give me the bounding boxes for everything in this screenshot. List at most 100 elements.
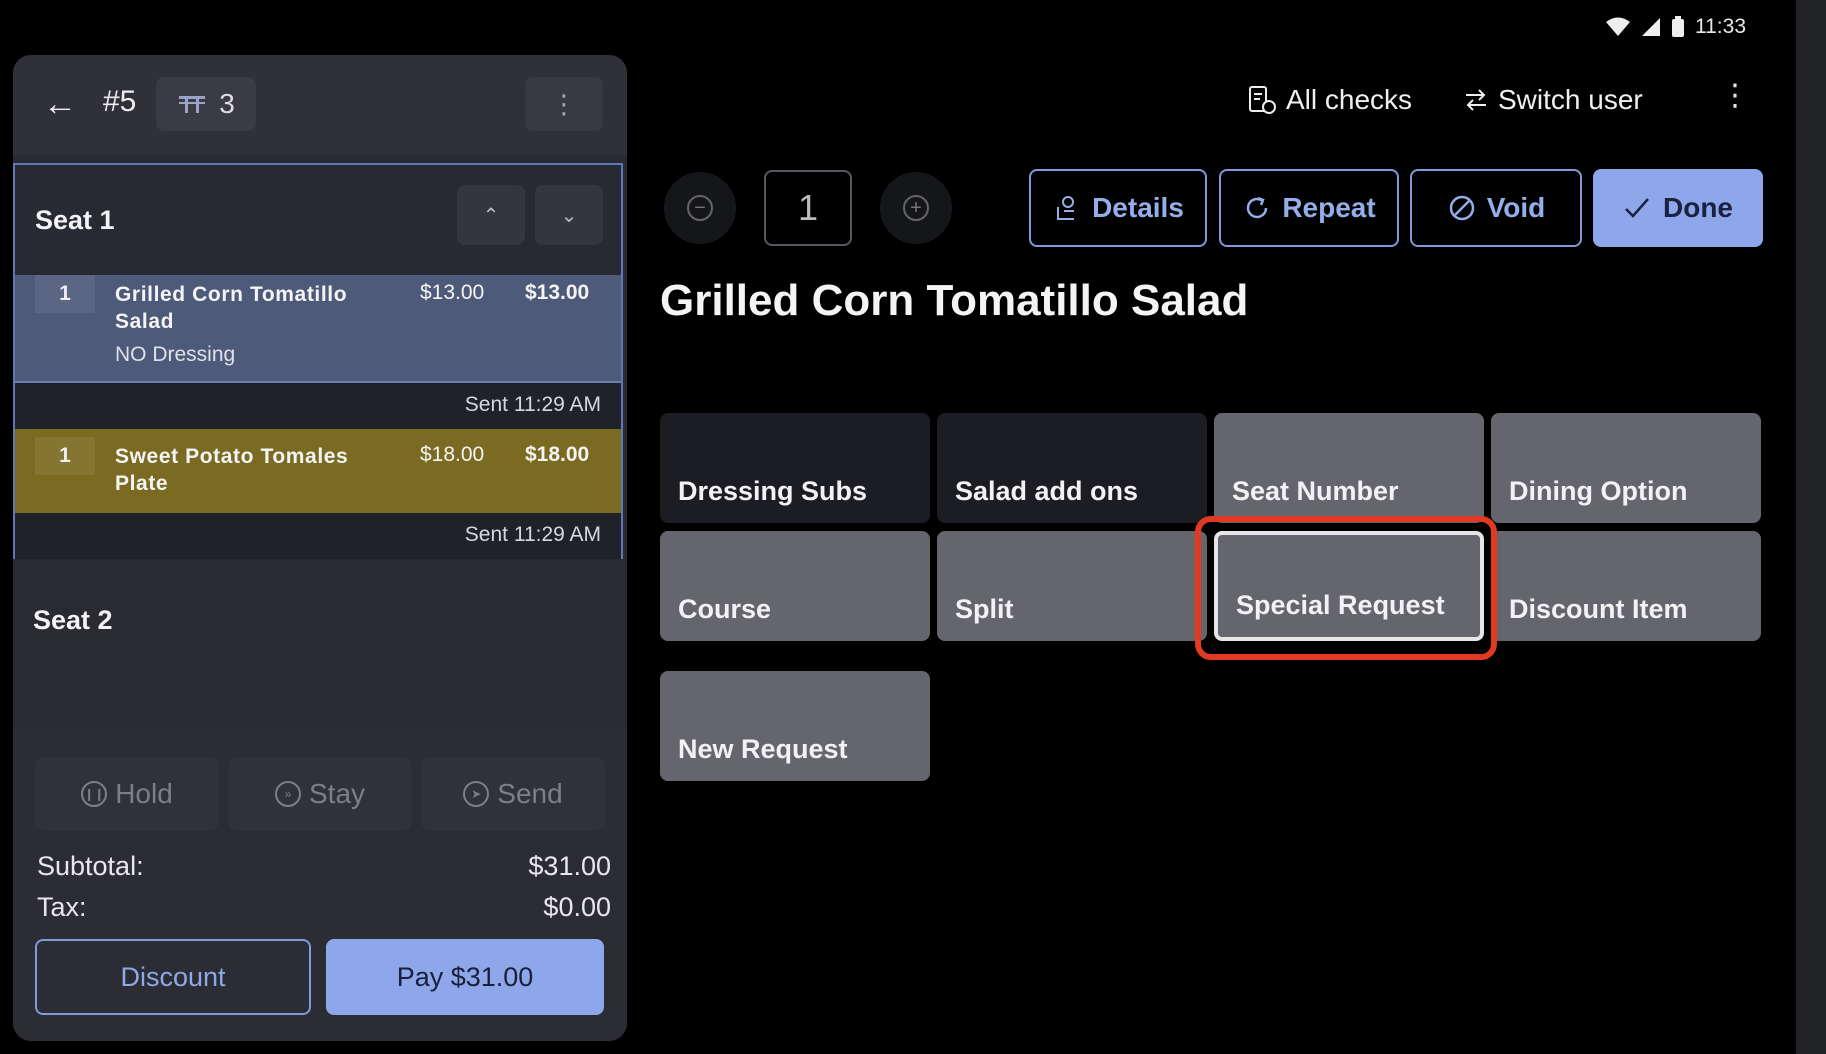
sent-time: Sent 11:29 AM xyxy=(464,393,601,416)
done-button[interactable]: Done xyxy=(1593,169,1763,247)
tile-label: Discount Item xyxy=(1509,594,1688,624)
status-time: 11:33 xyxy=(1695,15,1746,38)
details-icon xyxy=(1057,196,1075,220)
seat-1-group[interactable]: Seat 1 ⌃ ⌄ 1 Grilled Corn Tomatillo Sala… xyxy=(13,163,623,559)
sent-status: Sent 11:29 AM xyxy=(15,381,621,431)
tax-label: Tax: xyxy=(37,892,87,922)
screen-edge xyxy=(1796,0,1826,1054)
stay-label: Stay xyxy=(308,778,366,809)
tile-label: Course xyxy=(678,594,772,624)
tile-new-request[interactable]: New Request xyxy=(660,671,930,781)
details-button[interactable]: Details xyxy=(1029,169,1207,247)
decrease-qty-button[interactable]: − xyxy=(664,172,736,244)
table-chip[interactable]: 3 xyxy=(156,77,256,131)
tile-label: New Request xyxy=(678,734,848,764)
tile-label: Special Request xyxy=(1236,590,1445,620)
tile-discount-item[interactable]: Discount Item xyxy=(1491,531,1761,641)
back-arrow-icon: ← xyxy=(43,85,77,123)
subtotal-label: Subtotal: xyxy=(37,851,144,881)
item-title: Grilled Corn Tomatillo Salad xyxy=(660,276,1249,325)
status-bar: 11:33 xyxy=(1605,10,1746,44)
tile-special-request[interactable]: Special Request xyxy=(1214,531,1484,641)
move-down-button[interactable]: ⌄ xyxy=(535,185,603,245)
minus-circle-icon: − xyxy=(687,195,713,221)
void-label: Void xyxy=(1486,192,1546,223)
details-label: Details xyxy=(1092,192,1184,223)
item-modifier: NO Dressing xyxy=(115,343,236,366)
all-checks-button[interactable]: All checks xyxy=(1246,78,1412,122)
move-up-button[interactable]: ⌃ xyxy=(457,185,525,245)
fast-forward-icon: » xyxy=(274,781,301,807)
item-unit-price: $18.00 xyxy=(420,443,485,466)
switch-user-label: Switch user xyxy=(1498,84,1643,115)
check-number: #5 xyxy=(103,85,137,118)
seat-label: Seat 2 xyxy=(33,605,113,635)
check-menu-button[interactable]: ⋮ xyxy=(525,77,603,131)
plus-circle-icon: + xyxy=(903,195,929,221)
subtotal-row: Subtotal: $31.00 xyxy=(37,851,611,882)
item-qty: 1 xyxy=(35,437,95,475)
check-panel: ← #5 3 ⋮ Seat 1 ⌃ ⌄ 1 Grilled Corn Tomat… xyxy=(13,55,627,1041)
tile-course[interactable]: Course xyxy=(660,531,930,641)
discount-button[interactable]: Discount xyxy=(35,939,311,1015)
hold-label: Hold xyxy=(115,778,173,809)
all-checks-label: All checks xyxy=(1286,84,1413,115)
tax-row: Tax: $0.00 xyxy=(37,892,611,923)
stay-button[interactable]: » Stay xyxy=(228,757,412,831)
switch-arrows-icon xyxy=(1466,89,1486,111)
tile-label: Salad add ons xyxy=(955,476,1139,506)
chevron-down-icon: ⌄ xyxy=(560,204,578,227)
check-header: ← #5 3 ⋮ xyxy=(13,55,627,155)
tile-split[interactable]: Split xyxy=(937,531,1207,641)
done-label: Done xyxy=(1663,192,1733,223)
increase-qty-button[interactable]: + xyxy=(880,172,952,244)
pos-screen: 11:33 ← #5 3 ⋮ Seat 1 ⌃ ⌄ 1 Grilled Corn… xyxy=(0,0,1796,1054)
tile-label: Seat Number xyxy=(1232,476,1399,506)
send-icon: ➤ xyxy=(463,781,490,807)
back-button[interactable]: ← xyxy=(43,85,77,124)
pay-button[interactable]: Pay $31.00 xyxy=(326,939,604,1015)
table-count: 3 xyxy=(219,88,235,119)
tile-label: Dressing Subs xyxy=(678,476,868,506)
kebab-menu-icon: ⋮ xyxy=(551,88,577,119)
tax-value: $0.00 xyxy=(543,892,611,922)
item-name: Grilled Corn Tomatillo Salad xyxy=(115,283,348,333)
tile-label: Dining Option xyxy=(1509,476,1688,506)
receipt-icon xyxy=(1249,86,1276,114)
wifi-icon xyxy=(1606,17,1630,36)
tile-salad-add-ons[interactable]: Salad add ons xyxy=(937,413,1207,523)
overflow-menu-button[interactable]: ⋮ xyxy=(1720,78,1750,113)
tile-seat-number[interactable]: Seat Number xyxy=(1214,413,1484,523)
void-icon xyxy=(1449,195,1474,221)
switch-user-button[interactable]: Switch user xyxy=(1462,78,1643,122)
sent-status: Sent 11:29 AM xyxy=(15,513,621,559)
item-name: Sweet Potato Tomales Plate xyxy=(115,445,349,495)
hold-button[interactable]: ❙❙ Hold xyxy=(35,757,219,831)
repeat-button[interactable]: Repeat xyxy=(1219,169,1399,247)
repeat-icon xyxy=(1247,196,1268,219)
battery-icon xyxy=(1672,16,1684,37)
subtotal-value: $31.00 xyxy=(528,851,611,881)
order-item[interactable]: 1 Grilled Corn Tomatillo Salad NO Dressi… xyxy=(15,275,621,381)
item-total: $13.00 xyxy=(525,281,590,304)
tile-dining-option[interactable]: Dining Option xyxy=(1491,413,1761,523)
void-button[interactable]: Void xyxy=(1410,169,1582,247)
item-total: $18.00 xyxy=(525,443,590,466)
table-icon xyxy=(179,96,206,113)
quantity-field[interactable]: 1 xyxy=(764,170,852,246)
item-unit-price: $13.00 xyxy=(420,281,485,304)
signal-icon xyxy=(1642,18,1660,36)
seat-label: Seat 1 xyxy=(35,205,115,235)
repeat-label: Repeat xyxy=(1282,192,1376,223)
send-button[interactable]: ➤ Send xyxy=(421,757,605,831)
seat-2-group[interactable]: Seat 2 xyxy=(13,565,627,665)
tile-label: Split xyxy=(955,594,1014,624)
kebab-menu-icon: ⋮ xyxy=(1720,79,1750,112)
item-qty: 1 xyxy=(35,275,95,313)
tile-dressing-subs[interactable]: Dressing Subs xyxy=(660,413,930,523)
checkmark-icon xyxy=(1625,198,1649,218)
add-seat-row[interactable] xyxy=(13,675,627,709)
order-item[interactable]: 1 Sweet Potato Tomales Plate $18.00 $18.… xyxy=(15,429,621,513)
seat-1-header[interactable]: Seat 1 ⌃ ⌄ xyxy=(15,165,621,275)
send-label: Send xyxy=(497,778,563,809)
